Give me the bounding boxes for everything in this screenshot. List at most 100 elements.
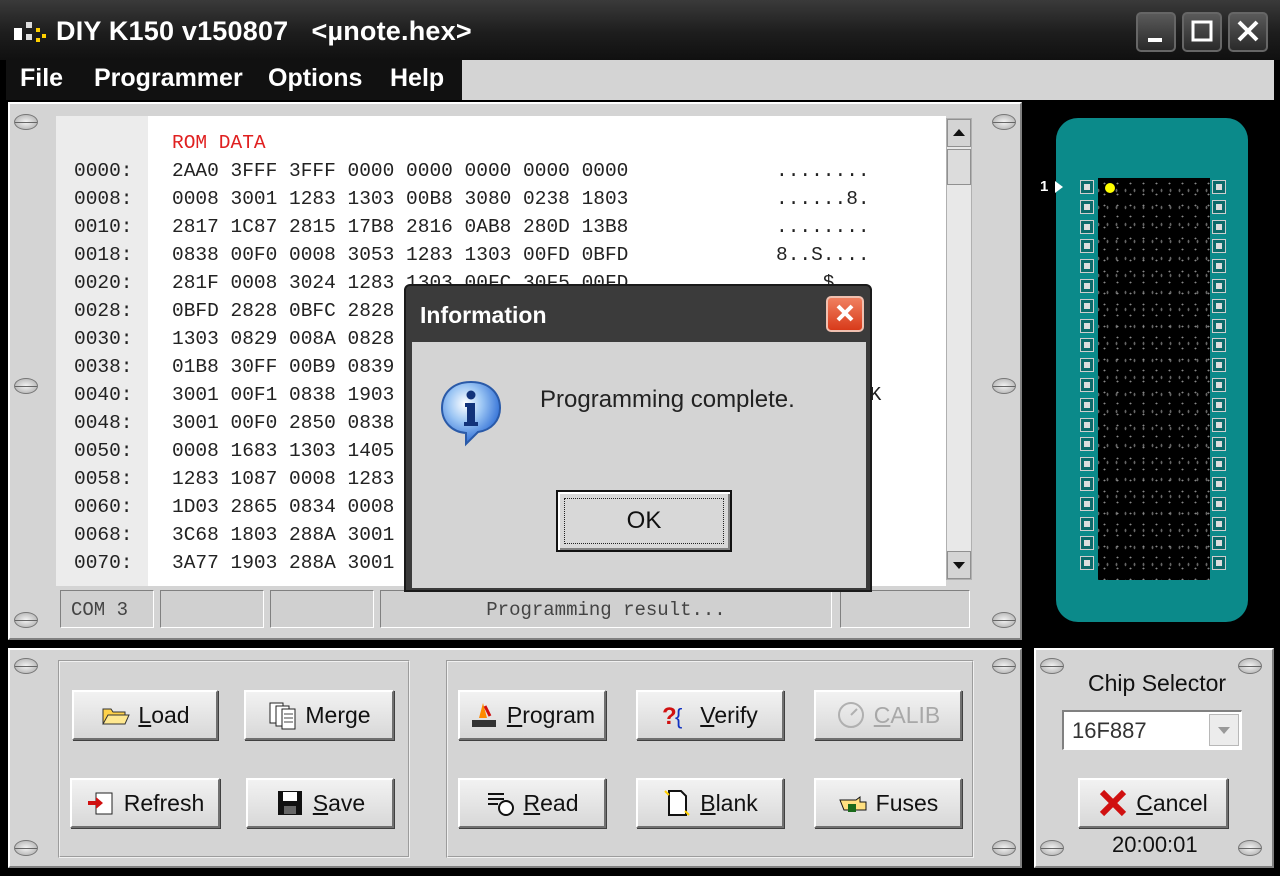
fuses-button-label: Fuses — [875, 789, 939, 816]
blank-button-accel: B — [700, 789, 716, 816]
chip-pin — [1212, 397, 1226, 412]
dialog-title: Information — [420, 302, 547, 328]
status-cell — [160, 590, 264, 628]
program-button[interactable]: Program — [458, 690, 606, 740]
read-button-label: ead — [540, 789, 579, 816]
menu-programmer[interactable]: Programmer — [90, 64, 247, 93]
blank-button[interactable]: Blank — [636, 778, 784, 828]
chip-pin — [1212, 318, 1226, 333]
clock-time: 20:00:01 — [1112, 832, 1198, 857]
chip-pin — [1212, 180, 1226, 194]
chip-pin — [1212, 417, 1226, 432]
verify-button-accel: V — [700, 701, 715, 728]
panel-bolt-icon — [1040, 658, 1064, 674]
row-address: 0058: — [74, 468, 133, 490]
maximize-button[interactable] — [1182, 12, 1222, 52]
row-hex-words[interactable]: 2817 1C87 2815 17B8 2816 0AB8 280D 13B8 — [172, 216, 628, 238]
menu-help[interactable]: Help — [386, 64, 448, 93]
row-hex-words[interactable]: 0838 00F0 0008 3053 1283 1303 00FD 0BFD — [172, 244, 628, 266]
com-port-status: COM 3 — [60, 590, 154, 628]
cancel-button-label: ancel — [1152, 789, 1208, 816]
cancel-button[interactable]: Cancel — [1078, 778, 1228, 828]
row-address: 0038: — [74, 356, 133, 378]
pin1-arrow-icon — [1055, 181, 1063, 193]
calib-button[interactable]: CALIB — [814, 690, 962, 740]
floppy-disk-icon — [275, 788, 305, 818]
chip-pin — [1212, 259, 1226, 274]
chip-select-value: 16F887 — [1072, 718, 1147, 743]
menu-strip: File Programmer Options Help — [6, 60, 462, 100]
app-chip-icon[interactable] — [12, 18, 48, 48]
program-button-label: rogram — [522, 701, 596, 728]
refresh-button[interactable]: Refresh — [70, 778, 220, 828]
title-bar[interactable]: DIY K150 v150807 <µnote.hex> — [0, 0, 1280, 60]
load-button[interactable]: Load — [72, 690, 218, 740]
chip-pin — [1212, 219, 1226, 234]
load-button-accel: L — [138, 701, 152, 728]
panel-bolt-icon — [14, 612, 38, 628]
close-window-button[interactable] — [1228, 12, 1268, 52]
chip-pin — [1212, 556, 1226, 571]
merge-button[interactable]: Merge — [244, 690, 394, 740]
chip-pin — [1080, 219, 1094, 234]
menu-options[interactable]: Options — [264, 64, 366, 93]
row-address: 0028: — [74, 300, 133, 322]
row-address: 0048: — [74, 412, 133, 434]
read-button[interactable]: Read — [458, 778, 606, 828]
chip-pin — [1212, 239, 1226, 254]
row-address: 0030: — [74, 328, 133, 350]
chip-pin — [1080, 556, 1094, 571]
scroll-up-button[interactable] — [947, 119, 971, 147]
fuses-hand-icon — [838, 788, 868, 818]
save-button[interactable]: Save — [246, 778, 394, 828]
dropdown-arrow-icon[interactable] — [1209, 714, 1239, 746]
menu-file[interactable]: File — [16, 64, 67, 93]
chip-pin — [1212, 536, 1226, 551]
chip-pin — [1080, 180, 1094, 194]
svg-text:{: { — [675, 704, 682, 729]
chip-body — [1098, 178, 1210, 580]
panel-bolt-icon — [992, 840, 1016, 856]
merge-button-label: Merge — [305, 701, 371, 728]
panel-bolt-icon — [14, 378, 38, 394]
chip-pin — [1212, 437, 1226, 452]
row-address: 0008: — [74, 188, 133, 210]
row-address: 0018: — [74, 244, 133, 266]
ok-button[interactable]: OK — [556, 490, 732, 552]
verify-button[interactable]: ?{ Verify — [636, 690, 784, 740]
progress-cell — [840, 590, 970, 628]
read-document-icon — [486, 788, 516, 818]
refresh-button-label: Refresh — [123, 789, 205, 816]
editor-scrollbar[interactable] — [946, 118, 972, 580]
panel-bolt-icon — [14, 840, 38, 856]
panel-bolt-icon — [992, 612, 1016, 628]
verify-button-label: erify — [714, 701, 758, 728]
panel-bolt-icon — [14, 658, 38, 674]
panel-bolt-icon — [992, 378, 1016, 394]
program-button-accel: P — [506, 701, 523, 728]
panel-bolt-icon — [1238, 658, 1262, 674]
chip-pin — [1080, 437, 1094, 452]
calib-button-accel: C — [873, 701, 891, 728]
fuses-button[interactable]: Fuses — [814, 778, 962, 828]
dialog-body: Programming complete. OK — [412, 342, 866, 588]
row-address: 0020: — [74, 272, 133, 294]
information-dialog[interactable]: Information Programming complete. OK — [404, 284, 872, 592]
load-button-label: oad — [151, 701, 190, 728]
chip-pin — [1080, 457, 1094, 472]
chip-pin — [1080, 496, 1094, 511]
chip-pin — [1212, 457, 1226, 472]
scroll-thumb[interactable] — [947, 149, 971, 185]
chip-selector-label: Chip Selector — [1088, 670, 1227, 696]
chip-pin — [1212, 338, 1226, 353]
row-hex-words[interactable]: 2AA0 3FFF 3FFF 0000 0000 0000 0000 0000 — [172, 160, 628, 182]
panel-bolt-icon — [1040, 840, 1064, 856]
chip-select-dropdown[interactable]: 16F887 — [1062, 710, 1242, 750]
dialog-close-button[interactable] — [826, 296, 864, 332]
chip-pin — [1212, 358, 1226, 373]
chip-pin — [1080, 298, 1094, 313]
row-address: 0060: — [74, 496, 133, 518]
minimize-button[interactable] — [1136, 12, 1176, 52]
scroll-down-button[interactable] — [947, 551, 971, 579]
row-hex-words[interactable]: 0008 3001 1283 1303 00B8 3080 0238 1803 — [172, 188, 628, 210]
